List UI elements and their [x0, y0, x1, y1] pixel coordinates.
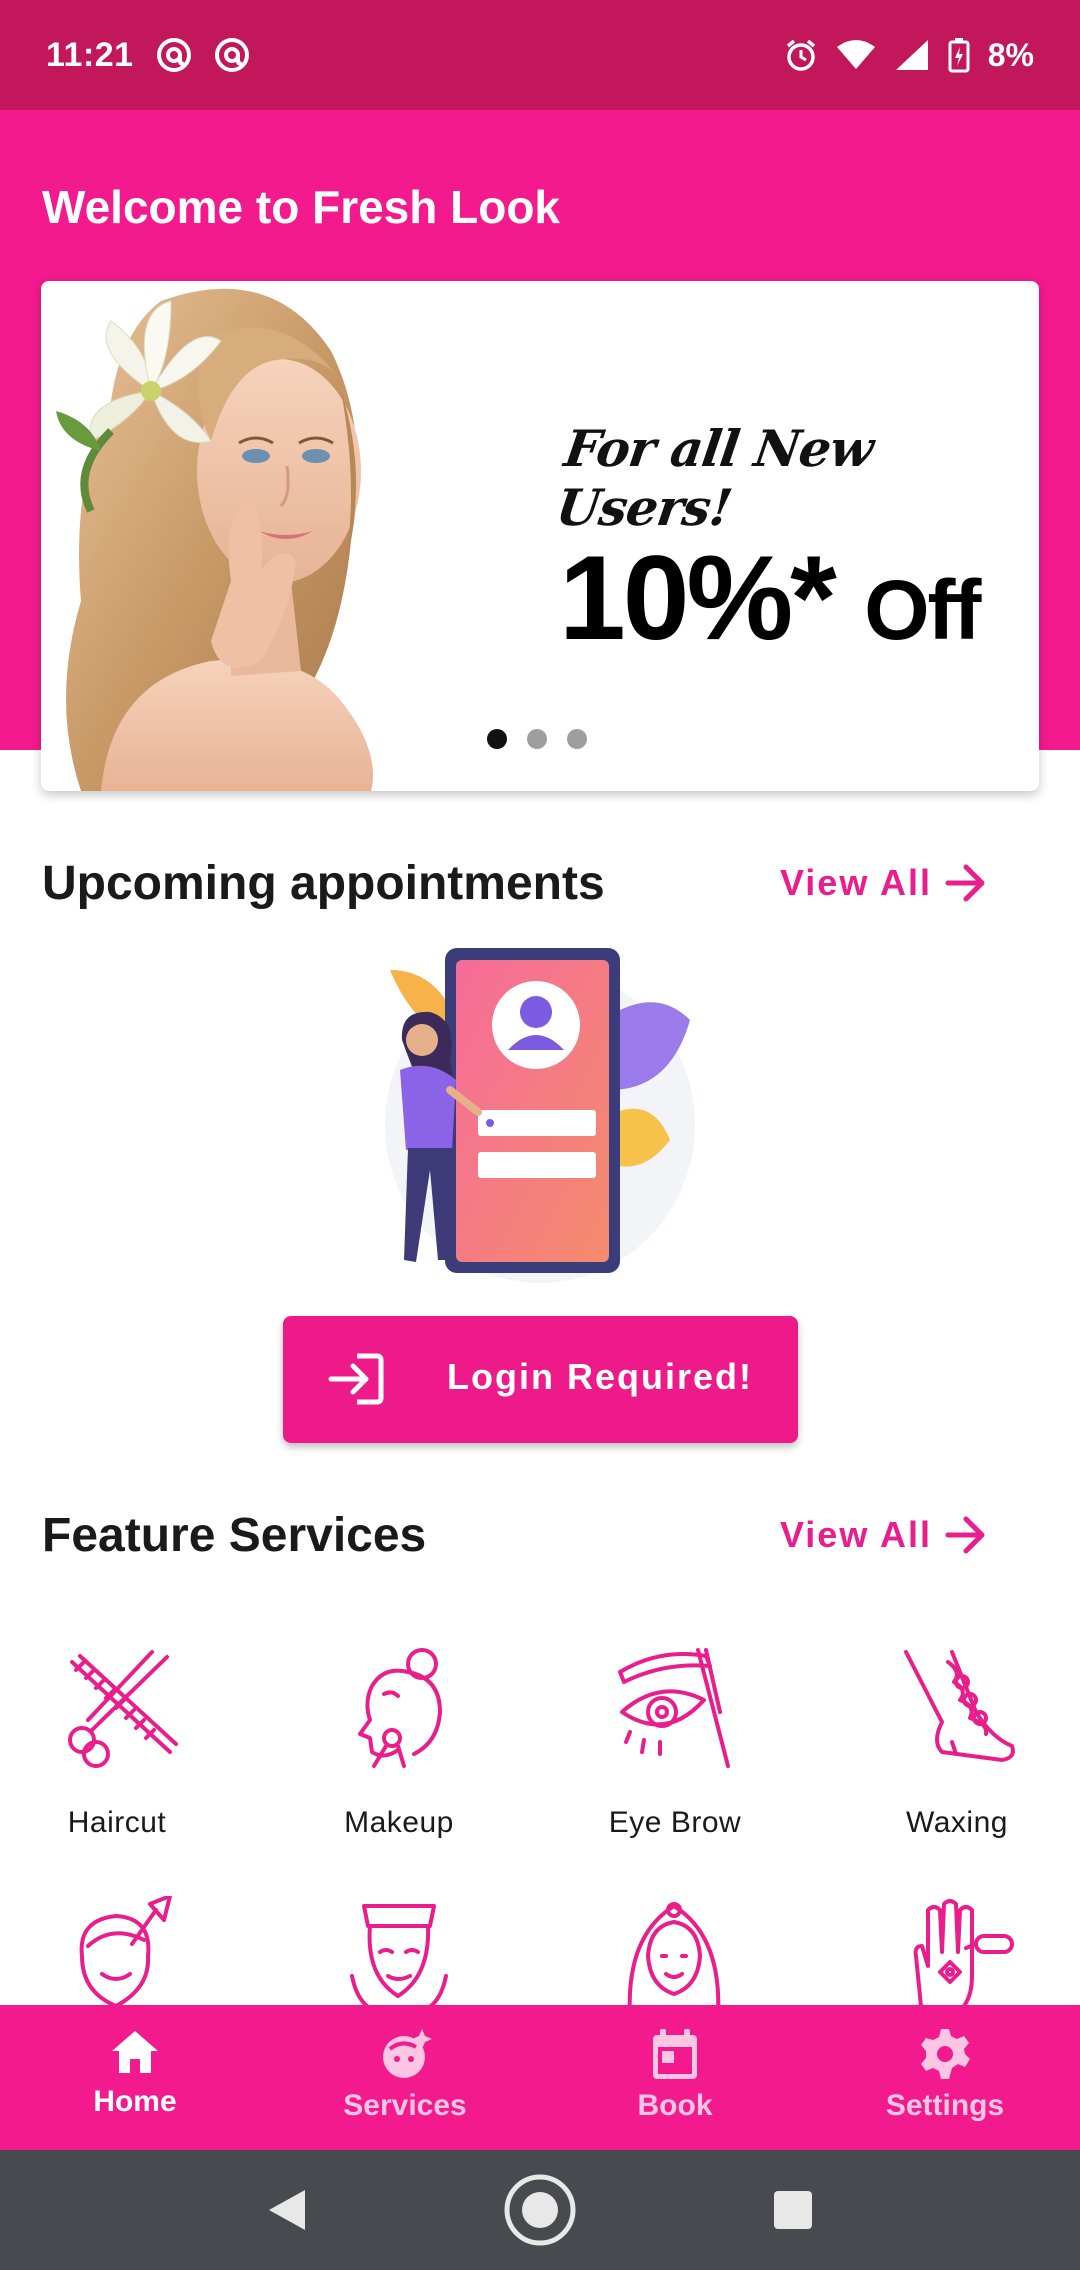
nav-book[interactable]: Book — [540, 2005, 810, 2150]
features-title: Feature Services — [42, 1509, 427, 1562]
carousel-dot[interactable] — [487, 729, 507, 749]
wifi-icon — [836, 39, 876, 71]
banner-headline: For all New Users! — [552, 419, 877, 537]
service-mehndi[interactable] — [822, 1896, 1080, 2006]
nav-settings[interactable]: Settings — [810, 2005, 1080, 2150]
waxing-leg-icon — [904, 1650, 1015, 1762]
features-view-all[interactable]: View All — [780, 1514, 988, 1556]
login-icon — [328, 1353, 384, 1405]
service-haircut[interactable]: Haircut — [0, 1642, 252, 1840]
makeup-face-icon — [358, 1648, 442, 1768]
calendar-icon — [653, 2029, 697, 2079]
back-triangle-icon — [268, 2190, 305, 2230]
arrow-right-icon — [945, 864, 985, 902]
recents-square-icon — [774, 2191, 813, 2229]
nav-label: Settings — [885, 2089, 1005, 2122]
nav-home[interactable]: Home — [0, 2005, 270, 2150]
eyebrow-icon — [618, 1648, 730, 1768]
service-bridal[interactable] — [540, 1896, 810, 2006]
service-name: Eye Brow — [608, 1806, 742, 1839]
notification-icon — [156, 37, 192, 73]
arrow-right-icon — [945, 1516, 985, 1554]
carousel-dot[interactable] — [527, 729, 547, 749]
login-required-button[interactable]: Login Required! — [283, 1316, 798, 1443]
service-waxing[interactable]: Waxing — [822, 1642, 1080, 1840]
hair-color-icon — [79, 1896, 172, 2006]
scissors-comb-icon — [68, 1650, 178, 1768]
service-hair-color[interactable] — [0, 1896, 252, 2006]
view-all-label: View All — [779, 1514, 932, 1555]
promo-banner-carousel[interactable]: For all New Users! 10%* Off — [41, 281, 1039, 791]
battery-icon — [948, 37, 970, 73]
carousel-indicator — [487, 729, 587, 749]
notification-icon — [214, 37, 250, 73]
bridal-icon — [627, 1902, 721, 2006]
services-face-icon — [383, 2029, 432, 2078]
banner-discount: 10%* Off — [559, 529, 982, 667]
service-eyebrow[interactable]: Eye Brow — [540, 1642, 810, 1840]
status-right: 8% — [784, 37, 1034, 74]
welcome-title: Welcome to Fresh Look — [42, 181, 561, 233]
status-time: 11:21 — [46, 35, 134, 74]
signal-icon — [894, 38, 930, 72]
alarm-icon — [784, 38, 818, 72]
recents-button[interactable] — [748, 2165, 838, 2255]
service-makeup[interactable]: Makeup — [264, 1642, 534, 1840]
nav-label: Services — [343, 2089, 467, 2122]
bottom-navigation: Home Services Book Settings — [0, 2005, 1080, 2150]
appointments-view-all[interactable]: View All — [780, 862, 988, 904]
service-name: Makeup — [344, 1806, 454, 1839]
mehndi-hand-icon — [913, 1899, 1014, 2006]
service-name: Waxing — [906, 1806, 1008, 1839]
nav-label: Home — [93, 2085, 177, 2118]
view-all-label: View All — [779, 862, 932, 903]
service-name: Haircut — [67, 1806, 167, 1839]
back-button[interactable] — [242, 2165, 332, 2255]
home-circle-icon — [504, 2174, 576, 2246]
system-navigation-bar — [0, 2150, 1080, 2270]
battery-percent: 8% — [987, 36, 1034, 73]
login-button-label: Login Required! — [447, 1356, 753, 1397]
login-illustration — [385, 948, 695, 1283]
model-photo — [41, 281, 481, 791]
service-facial[interactable] — [264, 1896, 534, 2006]
status-left: 11:21 — [46, 36, 250, 75]
home-icon — [112, 2031, 158, 2073]
carousel-dot[interactable] — [567, 729, 587, 749]
discount-off: Off — [864, 563, 981, 657]
discount-value: 10%* — [559, 531, 837, 665]
facial-icon — [350, 1904, 448, 2006]
appointments-title: Upcoming appointments — [42, 857, 605, 910]
gear-icon — [921, 2029, 970, 2079]
status-bar: 11:21 8% — [0, 0, 1080, 110]
nav-services[interactable]: Services — [270, 2005, 540, 2150]
nav-label: Book — [637, 2089, 713, 2122]
home-button[interactable] — [495, 2165, 585, 2255]
